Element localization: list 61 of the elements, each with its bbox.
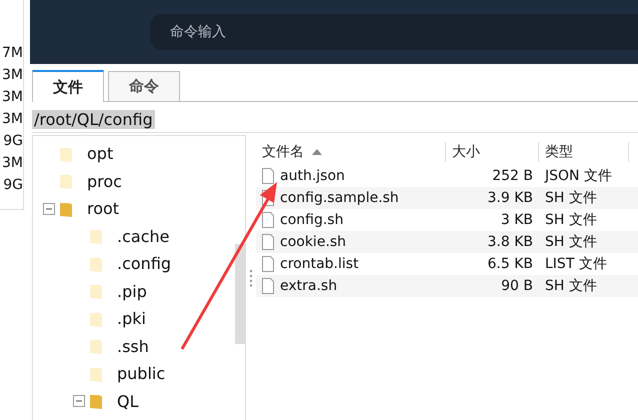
size-value: 9G [3, 176, 23, 195]
file-icon [262, 212, 274, 228]
tree-item[interactable]: root [87, 199, 120, 218]
scrollbar[interactable] [235, 244, 245, 344]
size-value: 3M [2, 154, 23, 173]
file-size: 3.9 KB [486, 190, 534, 206]
column-header[interactable]: 类型 [539, 142, 629, 162]
size-value: 9G [3, 132, 23, 151]
folder-icon [89, 283, 103, 300]
folder-icon [89, 310, 103, 327]
size-value: 7M [2, 44, 23, 63]
folder-icon [89, 228, 103, 244]
size-value: 3M [2, 88, 23, 107]
folder-icon [59, 200, 73, 217]
folder-icon [59, 146, 73, 162]
tree-item[interactable]: .ssh [117, 336, 149, 356]
tree-item[interactable]: QL [117, 392, 139, 411]
tree-item[interactable]: proc [87, 172, 122, 191]
size-value: 3M [2, 66, 23, 85]
file-name[interactable]: crontab.list [280, 256, 359, 272]
path-field[interactable]: /root/QL/config [32, 110, 155, 128]
tree-item[interactable]: public [117, 364, 166, 384]
file-size: 3 KB [500, 212, 534, 228]
tree-item[interactable]: opt [87, 144, 114, 164]
folder-icon [89, 393, 103, 410]
tab[interactable]: 命令 [108, 71, 180, 101]
column-header[interactable]: 大小 [446, 142, 539, 162]
file-size: 3.8 KB [486, 234, 534, 250]
file-type: SH 文件 [544, 211, 598, 229]
file-name[interactable]: config.sample.sh [280, 190, 399, 206]
file-size: 252 B [491, 168, 534, 184]
splitter-grip-icon[interactable] [248, 268, 254, 286]
file-icon [262, 234, 274, 250]
collapse-icon[interactable] [43, 202, 55, 215]
file-type: SH 文件 [544, 277, 598, 295]
tree-item[interactable]: .pip [117, 282, 147, 301]
folder-icon [89, 256, 103, 272]
size-value: 3M [2, 110, 23, 129]
folder-icon [89, 338, 103, 354]
file-icon [262, 278, 274, 294]
collapse-icon[interactable] [73, 395, 85, 408]
file-name[interactable]: auth.json [280, 168, 345, 184]
file-icon [262, 168, 274, 184]
file-size: 6.5 KB [486, 256, 534, 272]
tree-item[interactable]: .pki [117, 309, 146, 328]
tree-item[interactable]: .config [117, 254, 172, 274]
tree-item[interactable]: .cache [117, 226, 170, 246]
file-type: SH 文件 [544, 189, 598, 207]
command-input[interactable]: 命令输入 [150, 14, 638, 50]
file-icon [262, 256, 274, 272]
column-header[interactable]: 文件名 [256, 142, 446, 162]
file-size: 90 B [500, 278, 534, 294]
file-type: JSON 文件 [543, 167, 613, 185]
tab[interactable]: 文件 [32, 70, 104, 102]
file-type: SH 文件 [544, 233, 598, 251]
file-name[interactable]: extra.sh [280, 278, 338, 294]
folder-icon [89, 366, 103, 382]
file-name[interactable]: cookie.sh [280, 234, 346, 250]
file-name[interactable]: config.sh [280, 212, 344, 228]
file-type: LIST 文件 [544, 255, 608, 273]
folder-icon [59, 173, 73, 190]
